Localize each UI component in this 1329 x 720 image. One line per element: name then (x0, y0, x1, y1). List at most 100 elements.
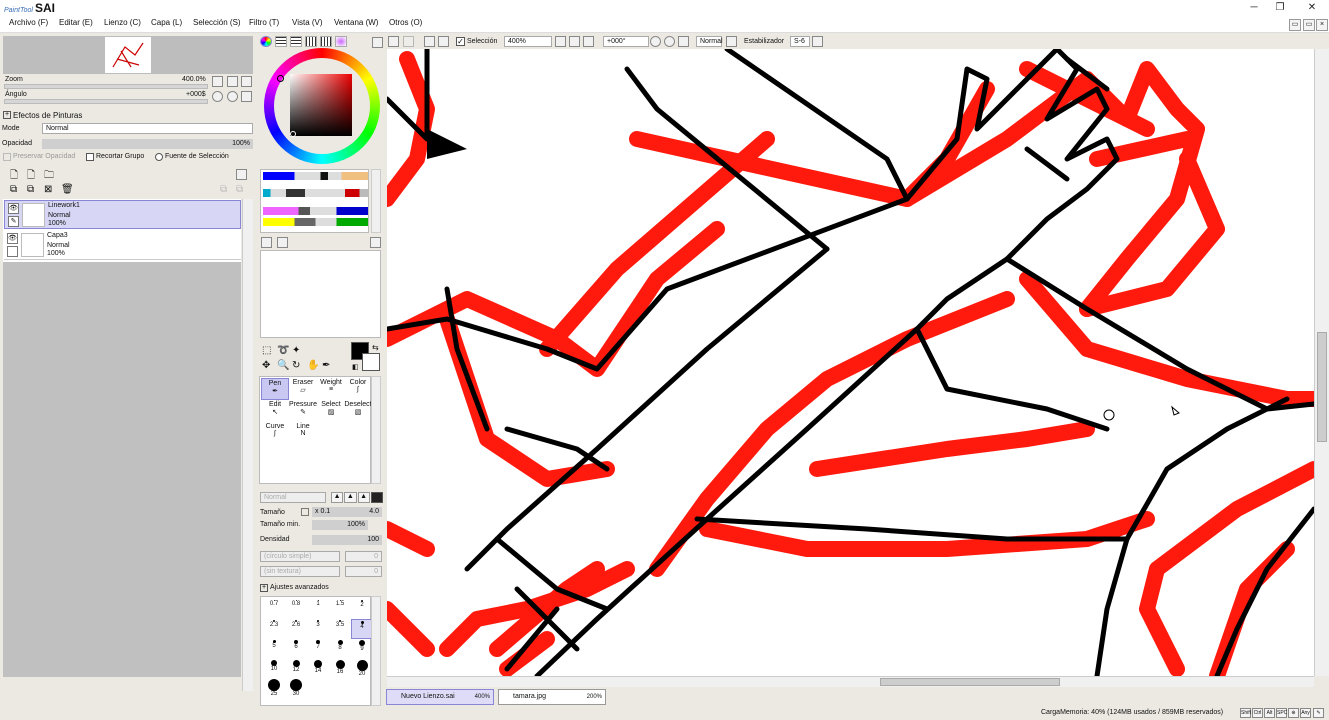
new-layer-icon[interactable]: 🗋 (10, 168, 18, 185)
merge-down-icon[interactable]: ⧉ (27, 184, 34, 195)
clip-group-checkbox[interactable] (86, 153, 94, 161)
mixer-tab-icon[interactable] (335, 36, 347, 47)
layer-scrollbar[interactable] (242, 199, 253, 691)
mdi-restore-icon[interactable]: ▭ (1289, 19, 1301, 31)
scratchpad-tab-icon[interactable] (320, 36, 332, 47)
restore-button[interactable]: ❐ (1268, 1, 1292, 15)
deselect-button[interactable] (424, 36, 435, 47)
brush-blend-select[interactable]: Normal (260, 492, 326, 503)
expand-icon[interactable]: + (260, 584, 268, 592)
zoom-in-icon[interactable] (569, 36, 580, 47)
brush-tip-square-icon[interactable] (370, 492, 383, 503)
menu-otros[interactable]: Otros (O) (389, 18, 422, 27)
opacity-slider[interactable]: 100% (42, 139, 253, 149)
swatch-row-3[interactable] (263, 207, 368, 215)
zoom-out-button[interactable] (212, 76, 223, 87)
layer-item-linework1[interactable]: 👁 ✎ Linework1 Normal 100% (4, 200, 241, 229)
brush-size-cell[interactable]: 14 (307, 659, 329, 679)
rect-select-icon[interactable]: ⬚ (262, 345, 271, 356)
vertical-scroll-thumb[interactable] (1317, 332, 1327, 442)
brush-size-cell[interactable]: 0.7 (263, 599, 285, 619)
menu-ventana[interactable]: Ventana (W) (334, 18, 378, 27)
rotate-right-button[interactable] (227, 91, 238, 102)
redo-button[interactable] (403, 36, 414, 47)
color-wheel-tab-icon[interactable] (260, 36, 272, 47)
tab-tamara[interactable]: tamara.jpg 200% (498, 689, 606, 705)
zoom-select[interactable]: 400% (504, 36, 552, 47)
tool-weight[interactable]: Weight ≡ (317, 378, 345, 400)
mode-select[interactable]: Normal (42, 123, 253, 134)
new-folder-icon[interactable]: 🗀 (44, 168, 54, 185)
brush-size-cell[interactable]: 4 (351, 619, 373, 639)
angle-select[interactable]: +000° (603, 36, 649, 47)
visibility-eye-icon[interactable]: 👁 (7, 233, 18, 244)
brush-size-cell[interactable]: 1.5 (329, 599, 351, 619)
tool-edit[interactable]: Edit ↖ (261, 400, 289, 422)
undo-button[interactable] (388, 36, 399, 47)
brush-size-cell[interactable]: 2.6 (285, 619, 307, 639)
copy-layer-icon[interactable]: ⧉ (10, 184, 17, 195)
stabilizer-dropdown-icon[interactable] (812, 36, 823, 47)
hsv-slider-tab-icon[interactable] (290, 36, 302, 47)
hue-marker[interactable] (277, 75, 284, 82)
menu-archivo[interactable]: Archivo (F) (9, 18, 48, 27)
mdi-maximize-icon[interactable]: ▭ (1303, 19, 1315, 31)
delete-layer-icon[interactable]: 🗑 (61, 184, 74, 195)
menu-filtro[interactable]: Filtro (T) (249, 18, 279, 27)
layer-lock-checkbox[interactable] (7, 246, 18, 257)
zoom-slider[interactable] (4, 84, 208, 89)
canvas-horizontal-scrollbar[interactable] (387, 676, 1314, 687)
brush-size-cell[interactable]: 25 (263, 679, 285, 699)
brush-size-cell[interactable]: 30 (285, 679, 307, 699)
layer-item-capa3[interactable]: 👁 Capa3 Normal 100% (4, 231, 241, 260)
move-icon[interactable]: ✥ (262, 360, 270, 371)
brush-size-cell[interactable]: 12 (285, 659, 307, 679)
brush-size-cell[interactable]: 3 (307, 619, 329, 639)
minimize-button[interactable]: ─ (1242, 1, 1266, 15)
visibility-eye-icon[interactable]: 👁 (8, 203, 19, 214)
brush-size-cell[interactable]: 0.8 (285, 599, 307, 619)
rotate-tool-icon[interactable]: ↻ (292, 360, 300, 371)
scratchpad-area[interactable] (260, 250, 381, 338)
rotate-left-button[interactable] (212, 91, 223, 102)
swatch-tab-icon[interactable] (305, 36, 317, 47)
color-panel-options-button[interactable] (372, 37, 383, 48)
brush-size-cell[interactable]: 3.5 (329, 619, 351, 639)
menu-vista[interactable]: Vista (V) (292, 18, 323, 27)
brush-size-cell[interactable]: 7 (307, 639, 329, 659)
zoom-in-button[interactable] (227, 76, 238, 87)
mdi-close-icon[interactable]: × (1316, 19, 1328, 31)
menu-seleccion[interactable]: Selección (S) (193, 18, 241, 27)
horizontal-scroll-thumb[interactable] (880, 678, 1060, 686)
close-button[interactable]: ✕ (1300, 1, 1324, 15)
saturation-value-square[interactable] (290, 74, 352, 136)
swatch-row-1[interactable] (263, 172, 368, 180)
layer-panel-options-button[interactable] (236, 169, 247, 180)
brush-size-cell[interactable]: 5 (263, 639, 285, 659)
zoom-fit-icon[interactable] (583, 36, 594, 47)
zoom-out-icon[interactable] (555, 36, 566, 47)
selection-source-radio[interactable] (155, 153, 163, 161)
layer-pen-icon[interactable]: ✎ (8, 216, 19, 227)
swatch-row-4[interactable] (263, 218, 368, 226)
swap-colors-icon[interactable]: ⇆ (372, 343, 379, 352)
tool-pen[interactable]: Pen ✒ (261, 378, 289, 400)
min-size-slider[interactable]: 100% (312, 520, 368, 530)
brush-size-cell[interactable]: 2 (351, 599, 373, 619)
brush-size-scrollbar[interactable] (371, 596, 381, 706)
swatch-row-2[interactable] (263, 189, 368, 197)
brush-texture-select[interactable]: (sin textura) (260, 566, 340, 577)
angle-slider[interactable] (4, 99, 208, 104)
menu-capa[interactable]: Capa (L) (151, 18, 182, 27)
zoom-reset-button[interactable] (241, 76, 252, 87)
brush-size-cell[interactable]: 20 (351, 659, 373, 679)
drawing-canvas[interactable] (387, 49, 1314, 676)
tool-select[interactable]: Select ▨ (317, 400, 345, 422)
tool-color[interactable]: Color ∫ (344, 378, 372, 400)
tool-curve[interactable]: Curve ∫ (261, 422, 289, 444)
magic-wand-icon[interactable]: ✦ (292, 345, 300, 356)
brush-size-cell[interactable]: 10 (263, 659, 285, 679)
tool-grid-scrollbar[interactable] (371, 376, 381, 484)
brush-shape-value[interactable]: 0 (345, 551, 382, 562)
swatch-scrollbar[interactable] (371, 169, 381, 233)
